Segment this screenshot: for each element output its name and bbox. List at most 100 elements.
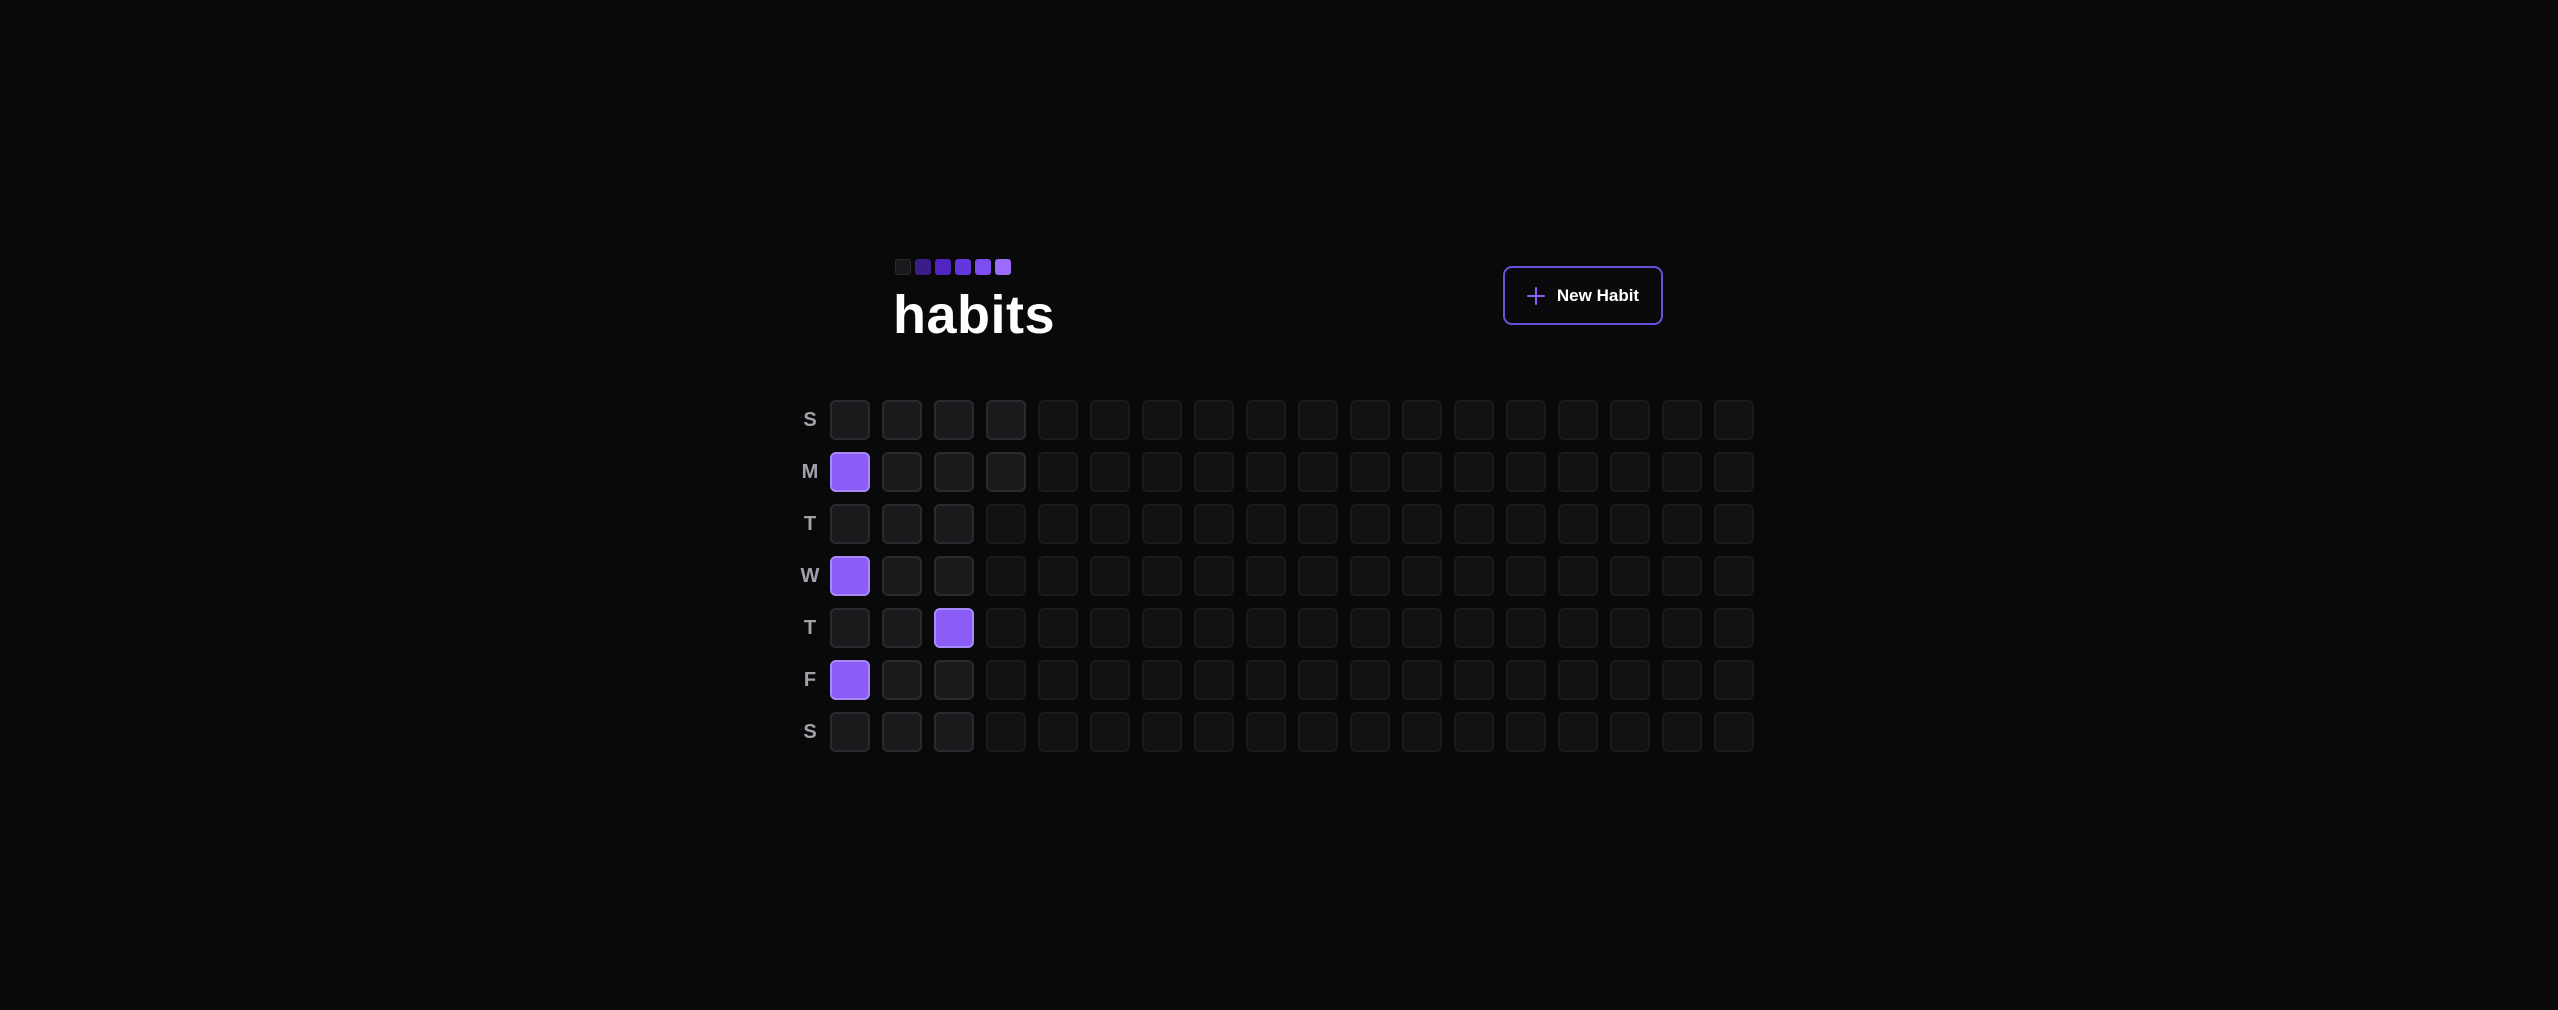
day-cell[interactable]	[882, 400, 922, 440]
day-cell[interactable]	[1194, 712, 1234, 752]
day-cell[interactable]	[1246, 608, 1286, 648]
day-cell[interactable]	[986, 660, 1026, 700]
day-cell[interactable]	[1298, 608, 1338, 648]
day-cell[interactable]	[1194, 504, 1234, 544]
day-cell[interactable]	[1506, 660, 1546, 700]
day-cell[interactable]	[882, 660, 922, 700]
day-cell[interactable]	[1610, 452, 1650, 492]
day-cell[interactable]	[882, 712, 922, 752]
day-cell[interactable]	[1038, 452, 1078, 492]
day-cell[interactable]	[1090, 556, 1130, 596]
day-cell[interactable]	[1246, 400, 1286, 440]
day-cell[interactable]	[1558, 556, 1598, 596]
day-cell[interactable]	[1194, 556, 1234, 596]
day-cell[interactable]	[1090, 660, 1130, 700]
day-cell[interactable]	[1454, 660, 1494, 700]
day-cell[interactable]	[1506, 712, 1546, 752]
day-cell[interactable]	[1038, 556, 1078, 596]
day-cell[interactable]	[882, 556, 922, 596]
day-cell[interactable]	[1090, 452, 1130, 492]
day-cell[interactable]	[1506, 556, 1546, 596]
day-cell[interactable]	[1714, 504, 1754, 544]
day-cell[interactable]	[830, 608, 870, 648]
day-cell[interactable]	[1714, 452, 1754, 492]
day-cell[interactable]	[1610, 556, 1650, 596]
day-cell[interactable]	[1350, 400, 1390, 440]
day-cell[interactable]	[1142, 452, 1182, 492]
day-cell[interactable]	[830, 400, 870, 440]
day-cell[interactable]	[1142, 608, 1182, 648]
day-cell-completed[interactable]	[830, 660, 870, 700]
day-cell[interactable]	[1090, 712, 1130, 752]
day-cell[interactable]	[1246, 660, 1286, 700]
day-cell[interactable]	[934, 504, 974, 544]
day-cell[interactable]	[1610, 712, 1650, 752]
day-cell-completed[interactable]	[830, 556, 870, 596]
day-cell[interactable]	[1038, 400, 1078, 440]
day-cell[interactable]	[1246, 556, 1286, 596]
day-cell[interactable]	[1298, 660, 1338, 700]
day-cell[interactable]	[986, 712, 1026, 752]
day-cell[interactable]	[1402, 660, 1442, 700]
day-cell[interactable]	[1454, 556, 1494, 596]
day-cell[interactable]	[1246, 504, 1286, 544]
new-habit-button[interactable]: New Habit	[1503, 266, 1663, 325]
day-cell[interactable]	[1662, 660, 1702, 700]
day-cell[interactable]	[934, 712, 974, 752]
day-cell[interactable]	[1038, 712, 1078, 752]
day-cell[interactable]	[986, 400, 1026, 440]
day-cell[interactable]	[1194, 452, 1234, 492]
day-cell[interactable]	[1090, 400, 1130, 440]
day-cell[interactable]	[1558, 608, 1598, 648]
day-cell[interactable]	[1194, 608, 1234, 648]
day-cell[interactable]	[1454, 400, 1494, 440]
day-cell[interactable]	[1350, 452, 1390, 492]
day-cell[interactable]	[986, 556, 1026, 596]
day-cell[interactable]	[1038, 660, 1078, 700]
day-cell[interactable]	[1298, 556, 1338, 596]
day-cell[interactable]	[1662, 712, 1702, 752]
day-cell[interactable]	[1402, 452, 1442, 492]
day-cell[interactable]	[1558, 660, 1598, 700]
day-cell[interactable]	[1506, 504, 1546, 544]
day-cell[interactable]	[1662, 400, 1702, 440]
day-cell[interactable]	[1506, 452, 1546, 492]
day-cell[interactable]	[1506, 608, 1546, 648]
day-cell[interactable]	[1246, 712, 1286, 752]
day-cell[interactable]	[1558, 712, 1598, 752]
day-cell[interactable]	[1714, 608, 1754, 648]
day-cell[interactable]	[1610, 660, 1650, 700]
day-cell[interactable]	[1714, 660, 1754, 700]
day-cell[interactable]	[1454, 608, 1494, 648]
day-cell[interactable]	[1454, 712, 1494, 752]
day-cell[interactable]	[1662, 504, 1702, 544]
day-cell[interactable]	[1142, 504, 1182, 544]
day-cell[interactable]	[1558, 400, 1598, 440]
day-cell[interactable]	[830, 504, 870, 544]
day-cell[interactable]	[882, 608, 922, 648]
day-cell[interactable]	[1090, 608, 1130, 648]
day-cell[interactable]	[1662, 452, 1702, 492]
day-cell[interactable]	[1350, 608, 1390, 648]
day-cell[interactable]	[1142, 556, 1182, 596]
day-cell[interactable]	[1350, 504, 1390, 544]
day-cell[interactable]	[1298, 504, 1338, 544]
day-cell[interactable]	[1714, 400, 1754, 440]
day-cell[interactable]	[1246, 452, 1286, 492]
day-cell[interactable]	[882, 504, 922, 544]
day-cell[interactable]	[1350, 556, 1390, 596]
day-cell[interactable]	[1090, 504, 1130, 544]
day-cell[interactable]	[1350, 660, 1390, 700]
day-cell[interactable]	[1402, 400, 1442, 440]
day-cell[interactable]	[1142, 400, 1182, 440]
day-cell[interactable]	[1142, 660, 1182, 700]
day-cell[interactable]	[1402, 608, 1442, 648]
day-cell[interactable]	[1610, 608, 1650, 648]
day-cell[interactable]	[882, 452, 922, 492]
day-cell[interactable]	[1558, 452, 1598, 492]
day-cell[interactable]	[1454, 452, 1494, 492]
day-cell[interactable]	[1610, 504, 1650, 544]
day-cell[interactable]	[986, 608, 1026, 648]
day-cell[interactable]	[1402, 712, 1442, 752]
day-cell[interactable]	[830, 712, 870, 752]
